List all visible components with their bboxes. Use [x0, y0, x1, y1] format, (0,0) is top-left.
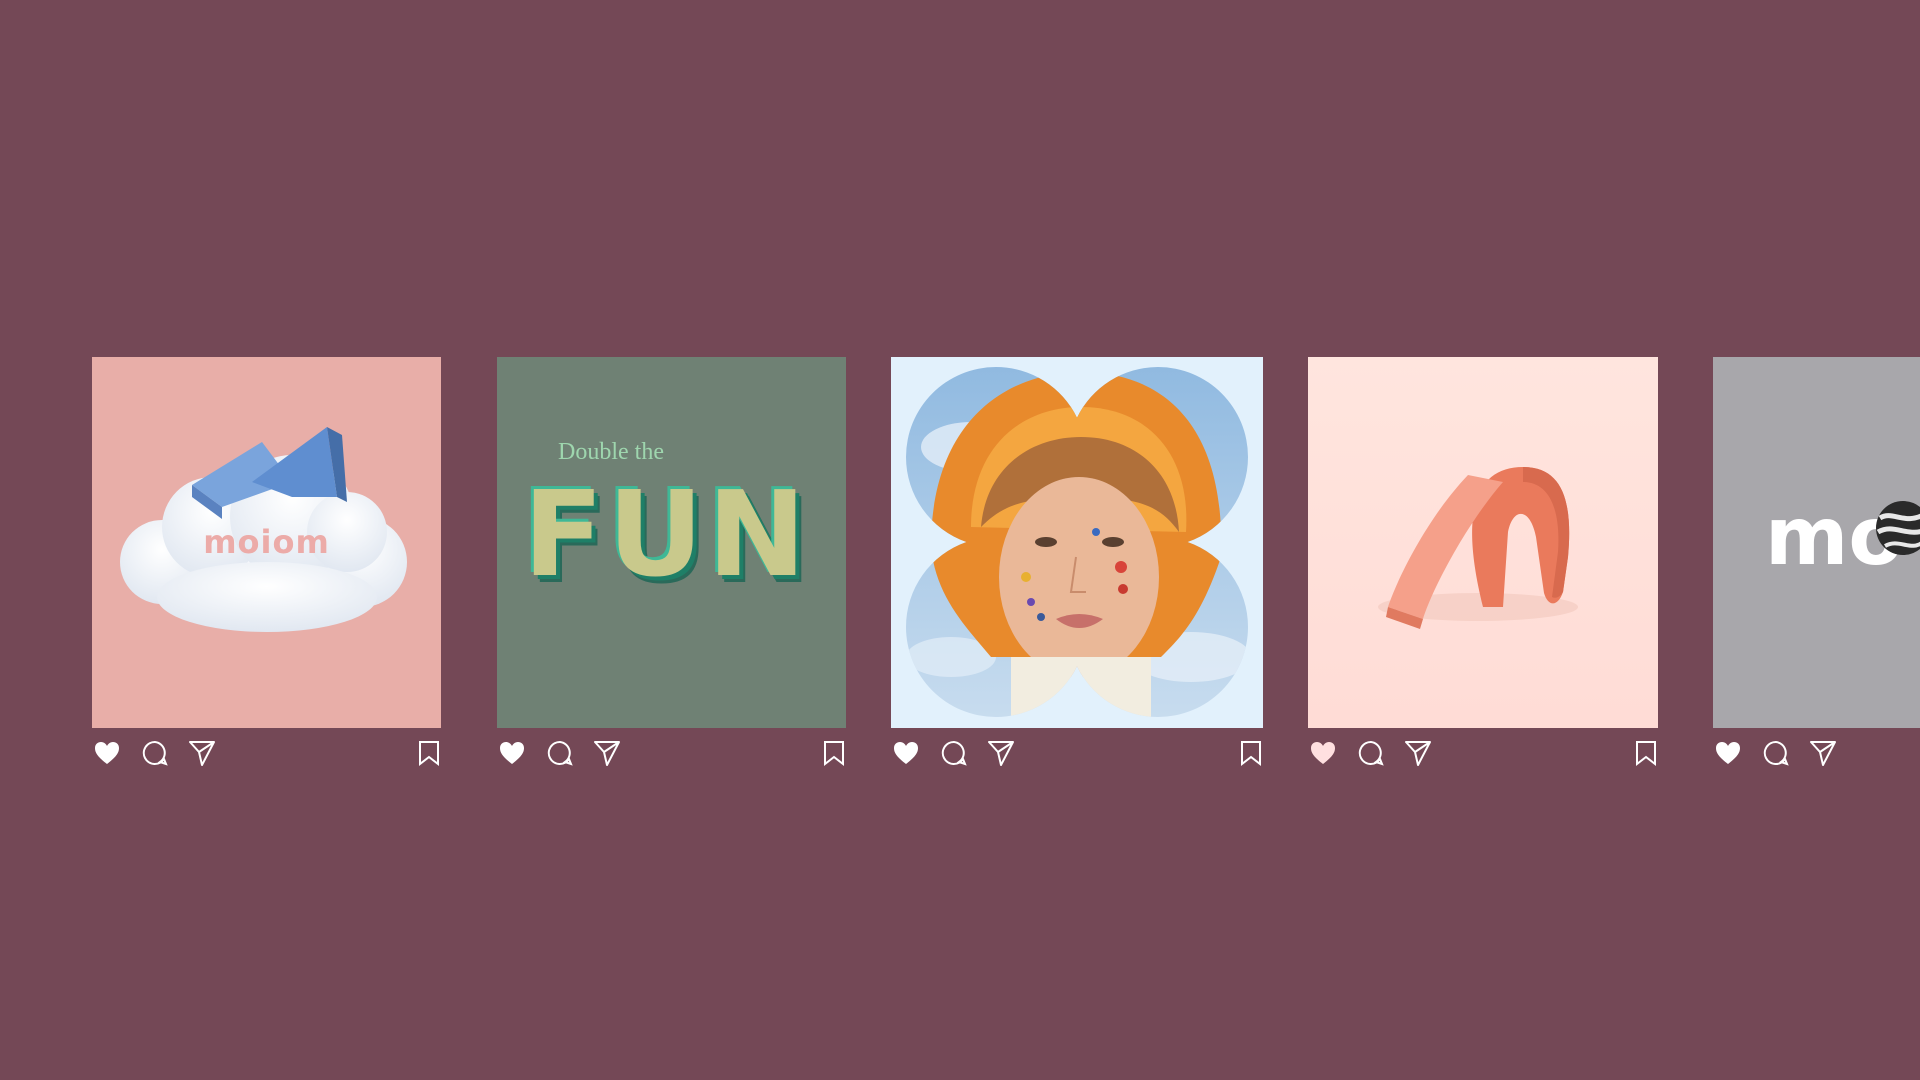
post-actions [92, 728, 441, 768]
comment-icon[interactable] [545, 738, 575, 768]
post-card-2: Double the FUN [497, 357, 846, 768]
post-image-fun[interactable]: Double the FUN [497, 357, 846, 728]
brand-logo-text: moiom [203, 523, 330, 561]
post-card-5: mo [1713, 357, 1920, 768]
post-image-cloud[interactable]: moiom [92, 357, 441, 728]
comment-icon[interactable] [1356, 738, 1386, 768]
send-icon[interactable] [1403, 738, 1433, 768]
caption-big: FUN [523, 465, 811, 603]
bookmark-icon[interactable] [1239, 738, 1263, 768]
post-card-3 [891, 357, 1263, 768]
bookmark-icon[interactable] [822, 738, 846, 768]
post-card-4 [1308, 357, 1658, 768]
caption-small: Double the [558, 439, 664, 465]
post-image-slide[interactable] [1308, 357, 1658, 728]
heart-icon[interactable] [497, 738, 527, 768]
heart-icon[interactable] [891, 738, 921, 768]
portrait-photo [906, 367, 1248, 717]
post-actions [1713, 728, 1920, 768]
heart-icon[interactable] [92, 738, 122, 768]
send-icon[interactable] [1808, 738, 1838, 768]
send-icon[interactable] [592, 738, 622, 768]
send-icon[interactable] [187, 738, 217, 768]
post-strip: moiom Double the FUN mo [0, 0, 1920, 1080]
heart-icon[interactable] [1308, 738, 1338, 768]
post-image-logo[interactable]: mo [1713, 357, 1920, 728]
bookmark-icon[interactable] [1634, 738, 1658, 768]
comment-icon[interactable] [140, 738, 170, 768]
send-icon[interactable] [986, 738, 1016, 768]
heart-icon[interactable] [1713, 738, 1743, 768]
post-actions [497, 728, 846, 768]
slide-illustration [1378, 467, 1578, 629]
zebra-ball-graphic [1876, 501, 1920, 555]
post-card-1: moiom [92, 357, 441, 768]
post-image-portrait[interactable] [891, 357, 1263, 728]
post-actions [891, 728, 1263, 768]
bookmark-icon[interactable] [417, 738, 441, 768]
comment-icon[interactable] [1761, 738, 1791, 768]
post-actions [1308, 728, 1658, 768]
comment-icon[interactable] [939, 738, 969, 768]
